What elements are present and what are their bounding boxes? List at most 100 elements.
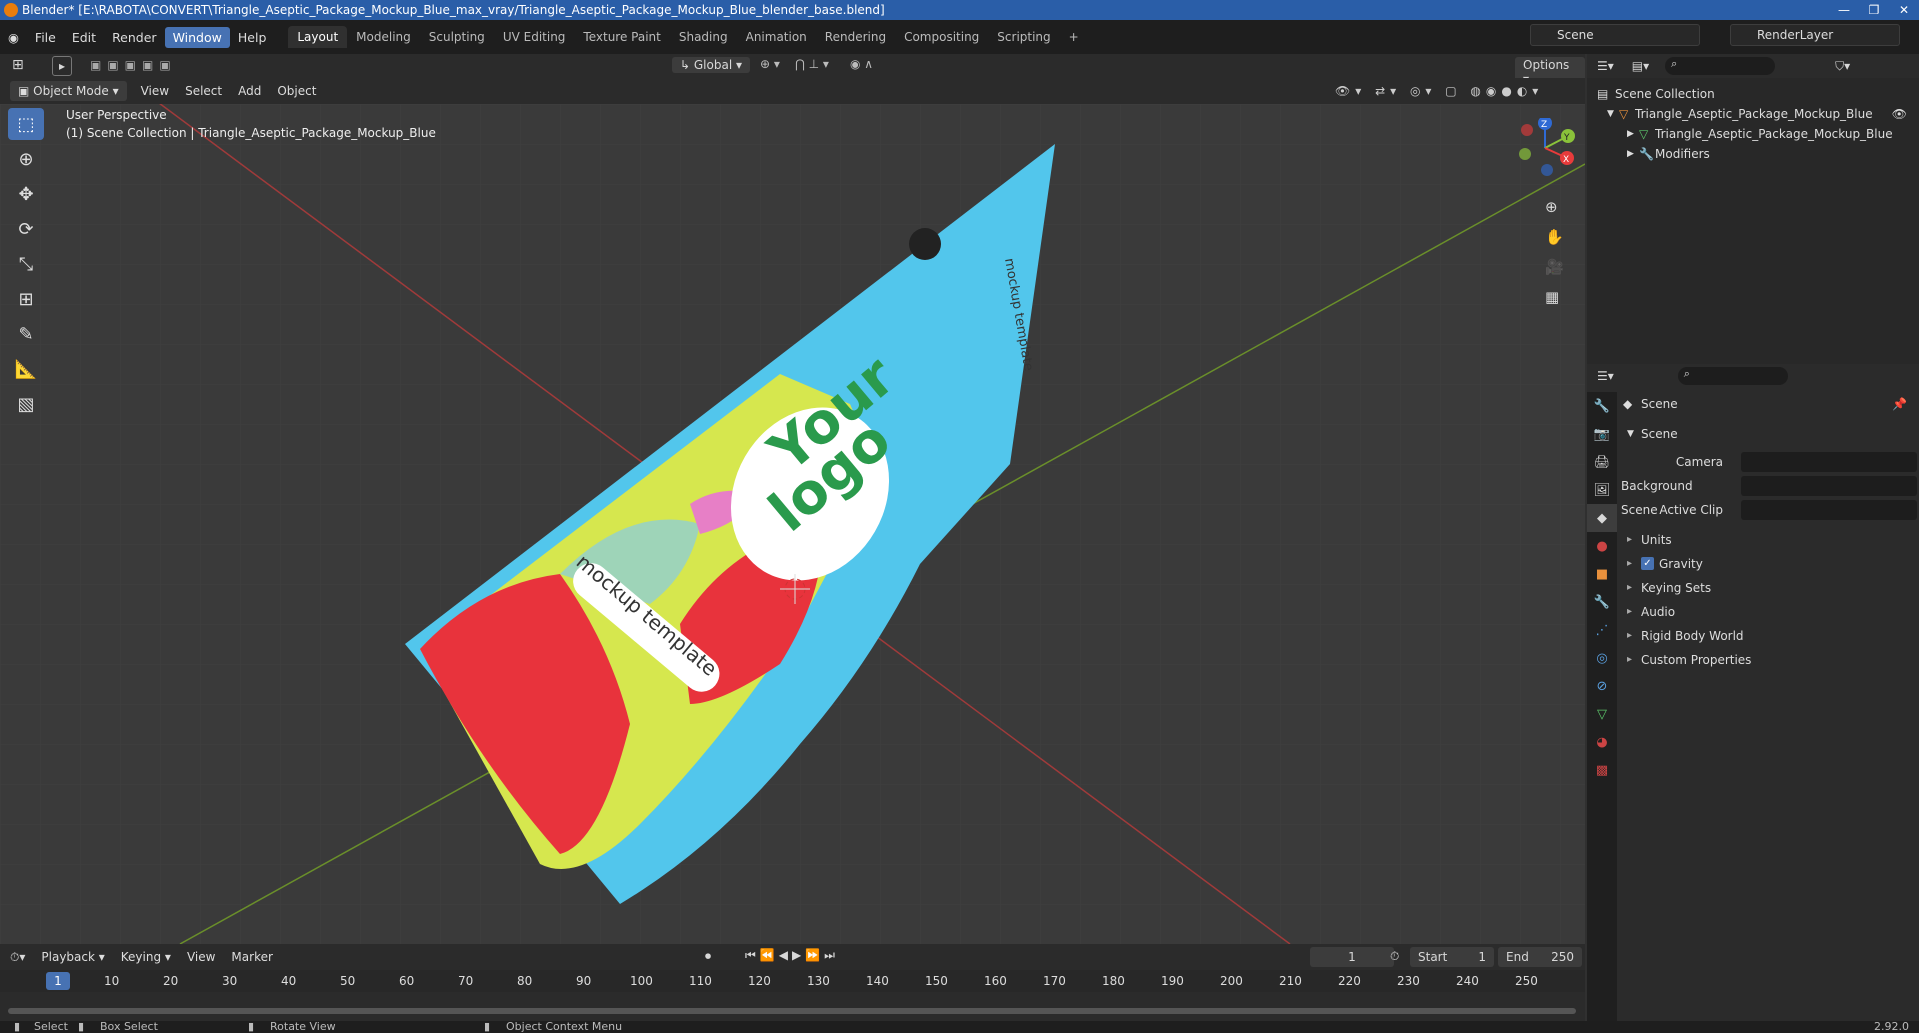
add-workspace-button[interactable]: +: [1060, 26, 1088, 48]
measure-tool-icon[interactable]: 📐: [8, 353, 44, 385]
playhead[interactable]: 1: [46, 972, 70, 990]
tab-layout[interactable]: Layout: [288, 26, 348, 48]
expand-chevron-icon[interactable]: ▼: [1607, 104, 1614, 124]
texture-tab-icon[interactable]: ▩: [1587, 756, 1617, 784]
preview-range-icon[interactable]: ⏱: [1390, 949, 1399, 964]
scene-section-header[interactable]: ▼ Scene: [1621, 422, 1919, 446]
menu-edit[interactable]: Edit: [64, 27, 104, 48]
constraints-tab-icon[interactable]: ⊘: [1587, 672, 1617, 700]
menu-window[interactable]: Window: [164, 26, 230, 48]
panel-keying-sets[interactable]: Keying Sets: [1621, 576, 1919, 600]
ortho-grid-icon[interactable]: ▦: [1545, 288, 1559, 306]
add-cube-tool-icon[interactable]: ▧: [8, 388, 44, 420]
tab-animation[interactable]: Animation: [737, 26, 816, 48]
blender-menu-icon[interactable]: ◉: [0, 27, 27, 48]
pivot-icon[interactable]: ⊕ ▾: [760, 57, 780, 71]
select-box-tool-icon[interactable]: ⬚: [8, 108, 44, 140]
mode-dropdown[interactable]: ▣ Object Mode ▾: [10, 81, 127, 101]
outliner-item[interactable]: ▶ 🔧 Modifiers: [1587, 144, 1919, 164]
transform-orientation-dropdown[interactable]: ↳ Global ▾: [672, 57, 750, 73]
end-frame-field[interactable]: End 250: [1498, 947, 1582, 967]
tab-modeling[interactable]: Modeling: [347, 26, 420, 48]
display-mode-icon[interactable]: ▤▾: [1632, 59, 1649, 73]
tab-scripting[interactable]: Scripting: [988, 26, 1059, 48]
camera-view-icon[interactable]: 🎥: [1545, 258, 1564, 276]
filter-icon[interactable]: ⛉▾: [1835, 59, 1850, 74]
particles-tab-icon[interactable]: ⋰: [1587, 616, 1617, 644]
current-frame-field[interactable]: 1: [1310, 947, 1394, 967]
transform-tool-icon[interactable]: ⊞: [8, 283, 44, 315]
gravity-checkbox[interactable]: ✓: [1641, 557, 1654, 570]
panel-audio[interactable]: Audio: [1621, 600, 1919, 624]
timeline-menu-marker[interactable]: Marker: [223, 950, 280, 964]
panel-rigid-body-world[interactable]: Rigid Body World: [1621, 624, 1919, 648]
move-tool-icon[interactable]: ✥: [8, 178, 44, 210]
active-clip-field[interactable]: [1741, 500, 1917, 520]
pin-icon[interactable]: 📌: [1892, 392, 1907, 416]
pan-hand-icon[interactable]: ✋: [1545, 228, 1564, 246]
menu-help[interactable]: Help: [230, 27, 275, 48]
record-icon[interactable]: ⏺: [705, 949, 711, 964]
start-frame-field[interactable]: Start 1: [1410, 947, 1494, 967]
world-tab-icon[interactable]: ●: [1587, 532, 1617, 560]
timeline-menu-playback[interactable]: Playback ▾: [33, 950, 112, 964]
outliner-editor-icon[interactable]: ☰▾: [1597, 59, 1614, 73]
maximize-icon[interactable]: ❐: [1859, 0, 1889, 20]
annotate-tool-icon[interactable]: ✎: [8, 318, 44, 350]
panel-gravity[interactable]: ✓ Gravity: [1621, 552, 1919, 576]
background-scene-field[interactable]: [1741, 476, 1917, 496]
timeline-menu-view[interactable]: View: [179, 950, 223, 964]
timeline-ruler[interactable]: 1 10 20 30 40 50 60 70 80 90 100 110 120…: [0, 970, 1585, 992]
tool-tab-icon[interactable]: 🔧: [1587, 392, 1617, 420]
minimize-icon[interactable]: —: [1829, 0, 1859, 20]
renderlayer-selector[interactable]: RenderLayer: [1730, 24, 1900, 46]
render-tab-icon[interactable]: 📷: [1587, 420, 1617, 448]
timeline-scrollbar[interactable]: [8, 1008, 1576, 1014]
output-tab-icon[interactable]: 🖨: [1587, 448, 1617, 476]
expand-chevron-icon[interactable]: ▶: [1627, 124, 1634, 144]
modifier-tab-icon[interactable]: 🔧: [1587, 588, 1617, 616]
properties-editor-icon[interactable]: ☰▾: [1597, 369, 1614, 383]
zoom-icon[interactable]: ⊕: [1545, 198, 1558, 216]
scene-selector[interactable]: Scene: [1530, 24, 1700, 46]
cursor-tool-icon[interactable]: ⊕: [8, 143, 44, 175]
viewport-menu-view[interactable]: View: [133, 84, 177, 98]
outliner-search-input[interactable]: ⌕: [1665, 57, 1776, 75]
scene-tab-icon[interactable]: ◆: [1587, 504, 1617, 532]
physics-tab-icon[interactable]: ◎: [1587, 644, 1617, 672]
timeline-editor-icon[interactable]: ⏱▾: [10, 950, 25, 965]
playback-controls[interactable]: ⏮⏪◀▶⏩⏭: [745, 948, 839, 963]
tab-compositing[interactable]: Compositing: [895, 26, 988, 48]
axis-gizmo[interactable]: Z Y X: [1505, 116, 1575, 188]
viewport-menu-object[interactable]: Object: [269, 84, 324, 98]
view-layer-tab-icon[interactable]: 🖼: [1587, 476, 1617, 504]
scale-tool-icon[interactable]: ⤡: [8, 248, 44, 280]
outliner-root[interactable]: ▤ Scene Collection: [1587, 84, 1919, 104]
viewport-menu-select[interactable]: Select: [177, 84, 230, 98]
tab-rendering[interactable]: Rendering: [816, 26, 895, 48]
tab-texture-paint[interactable]: Texture Paint: [574, 26, 669, 48]
data-tab-icon[interactable]: ▽: [1587, 700, 1617, 728]
menu-render[interactable]: Render: [104, 27, 165, 48]
snap-icon[interactable]: ⋂ ⊥ ▾: [795, 57, 829, 71]
object-tab-icon[interactable]: ■: [1587, 560, 1617, 588]
3d-viewport[interactable]: Your logo mockup template mockup templat…: [0, 104, 1585, 944]
menu-file[interactable]: File: [27, 27, 64, 48]
outliner-item[interactable]: ▼ ▽ Triangle_Aseptic_Package_Mockup_Blue…: [1587, 104, 1919, 124]
viewport-menu-add[interactable]: Add: [230, 84, 269, 98]
selection-mode-icons[interactable]: ▣▣▣▣▣: [90, 58, 177, 72]
timeline-menu-keying[interactable]: Keying ▾: [113, 950, 179, 964]
tab-sculpting[interactable]: Sculpting: [420, 26, 494, 48]
properties-search-input[interactable]: ⌕: [1677, 367, 1788, 385]
select-tool-icon[interactable]: ▸: [52, 56, 72, 76]
viewport-shading-icons[interactable]: 👁▾ ⇄▾ ◎▾ ▢ ◍◉●◐▾: [1335, 84, 1543, 98]
material-tab-icon[interactable]: ◕: [1587, 728, 1617, 756]
close-icon[interactable]: ✕: [1889, 0, 1919, 20]
panel-custom-properties[interactable]: Custom Properties: [1621, 648, 1919, 672]
editor-type-icon[interactable]: ⊞: [12, 57, 24, 73]
tab-shading[interactable]: Shading: [670, 26, 737, 48]
tab-uv-editing[interactable]: UV Editing: [494, 26, 575, 48]
visibility-eye-icon[interactable]: 👁: [1892, 104, 1907, 124]
proportional-edit-icon[interactable]: ◉ ∧: [850, 57, 873, 71]
outliner-item[interactable]: ▶ ▽ Triangle_Aseptic_Package_Mockup_Blue: [1587, 124, 1919, 144]
